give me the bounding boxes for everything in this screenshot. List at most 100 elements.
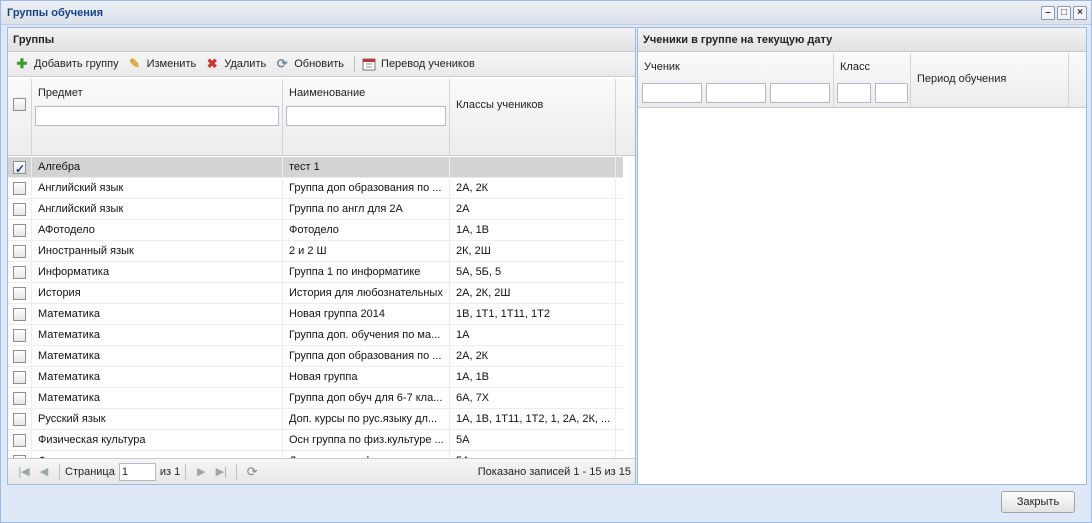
page-number-input[interactable]: 1 [118, 462, 156, 481]
students-panel-title: Ученики в группе на текущую дату [638, 28, 1086, 52]
classes-cell: 5А, 5Б, 5 [450, 262, 616, 283]
window-title: Группы обучения [7, 7, 104, 19]
window-title-bar[interactable]: Группы обучения – □ × [1, 1, 1091, 25]
table-row[interactable]: Математика Группа доп. обучения по ма... 1… [8, 325, 623, 346]
row-checkbox[interactable] [13, 391, 26, 405]
calendar-icon [361, 56, 377, 72]
name-cell: Новая группа 2014 [283, 304, 450, 325]
classes-cell [450, 157, 616, 178]
row-checkbox-cell [8, 220, 32, 241]
row-checkbox[interactable] [13, 349, 26, 363]
minimize-icon[interactable]: – [1041, 6, 1055, 20]
class-filter-input-1[interactable] [837, 83, 871, 103]
add-group-label: Добавить группу [34, 58, 119, 70]
student-filter-input-2[interactable] [706, 83, 766, 103]
row-checkbox[interactable] [13, 159, 26, 178]
pager-refresh-icon[interactable]: ⟳ [244, 464, 260, 480]
subject-column-header[interactable]: Предмет [32, 79, 283, 156]
transfer-students-label: Перевод учеников [381, 58, 475, 70]
pencil-icon: ✎ [129, 56, 141, 71]
row-checkbox-cell [8, 325, 32, 346]
table-row[interactable]: Иностранный язык 2 и 2 Ш 2К, 2Ш [8, 241, 623, 262]
table-row[interactable]: Алгебратест 1 [8, 157, 623, 178]
transfer-students-button[interactable]: Перевод учеников [359, 53, 481, 75]
close-button[interactable]: Закрыть [1001, 491, 1075, 513]
row-checkbox[interactable] [13, 244, 26, 258]
student-filter-input-3[interactable] [770, 83, 830, 103]
name-filter-input[interactable] [286, 106, 446, 126]
table-row[interactable]: Математика Группа доп обуч для 6-7 кла...… [8, 388, 623, 409]
student-column-header[interactable]: Ученик [638, 53, 834, 108]
subject-cell: Физическая культура [32, 430, 283, 451]
classes-cell: 1А [450, 325, 616, 346]
classes-column-label: Классы учеников [456, 99, 544, 111]
class-filter-input-2[interactable] [875, 83, 908, 103]
subject-cell: Математика [32, 304, 283, 325]
maximize-icon[interactable]: □ [1057, 6, 1071, 20]
row-checkbox[interactable] [13, 286, 26, 300]
row-checkbox[interactable] [13, 307, 26, 321]
classes-cell: 2А [450, 199, 616, 220]
row-checkbox-cell [8, 346, 32, 367]
name-cell: 2 и 2 Ш [283, 241, 450, 262]
refresh-label: Обновить [294, 58, 345, 70]
table-row[interactable]: Математика Новая группа 1А, 1В [8, 367, 623, 388]
close-icon[interactable]: × [1073, 6, 1087, 20]
row-checkbox[interactable] [13, 412, 26, 426]
students-grid-header: Ученик Класс Период обучения [638, 53, 1086, 108]
table-row[interactable]: Английский язык Группа по англ для 2А 2А [8, 199, 623, 220]
last-page-icon[interactable]: ▶| [213, 464, 229, 480]
row-checkbox-cell [8, 157, 32, 178]
subject-filter-input[interactable] [35, 106, 279, 126]
table-row[interactable]: История История для любознательных 2А, 2К,… [8, 283, 623, 304]
row-checkbox-cell [8, 304, 32, 325]
period-column-header[interactable]: Период обучения [911, 53, 1069, 108]
page-count-label: из 1 [159, 465, 181, 478]
select-all-checkbox[interactable] [13, 98, 26, 111]
delete-button[interactable]: ✖ Удалить [202, 53, 272, 75]
classes-cell: 1А, 1В, 1Т11, 1Т2, 1, 2А, 2К, ... [450, 409, 616, 430]
first-page-icon[interactable]: |◀ [16, 464, 32, 480]
edit-label: Изменить [146, 58, 197, 70]
table-row[interactable]: Математика Группа доп образования по ... 2… [8, 346, 623, 367]
row-checkbox[interactable] [13, 223, 26, 237]
class-column-header[interactable]: Класс [834, 53, 911, 108]
row-checkbox-cell [8, 241, 32, 262]
add-group-button[interactable]: ✚ Добавить группу [12, 53, 125, 75]
next-page-icon[interactable]: ▶ [193, 464, 209, 480]
student-column-label: Ученик [644, 61, 680, 73]
row-checkbox-cell [8, 367, 32, 388]
table-row[interactable]: Математика Новая группа 2014 1В, 1Т1, 1Т11… [8, 304, 623, 325]
name-cell: Группа доп обуч для 6-7 кла... [283, 388, 450, 409]
table-row[interactable]: АФотодело Фотодело 1А, 1В [8, 220, 623, 241]
table-row[interactable]: Информатика Группа 1 по информатике 5А, 5Б… [8, 262, 623, 283]
row-checkbox[interactable] [13, 202, 26, 216]
row-checkbox[interactable] [13, 328, 26, 342]
row-checkbox-cell [8, 430, 32, 451]
prev-page-icon[interactable]: ◀ [36, 464, 52, 480]
refresh-button[interactable]: ⟳ Обновить [272, 53, 350, 75]
row-checkbox[interactable] [13, 433, 26, 447]
students-panel: Ученики в группе на текущую дату Ученик … [637, 27, 1087, 485]
name-cell: Доп. курсы по рус.языку дл... [283, 409, 450, 430]
classes-column-header[interactable]: Классы учеников [450, 79, 616, 156]
student-filter-input-1[interactable] [642, 83, 702, 103]
edit-button[interactable]: ✎ Изменить [125, 53, 203, 75]
page-label: Страница [65, 465, 115, 478]
name-cell: Группа доп образования по ... [283, 178, 450, 199]
subject-cell: История [32, 283, 283, 304]
subject-cell: Русский язык [32, 409, 283, 430]
row-checkbox[interactable] [13, 181, 26, 195]
row-checkbox[interactable] [13, 370, 26, 384]
table-row[interactable]: Физическая культура Осн группа по физ.кул… [8, 430, 623, 451]
name-column-header[interactable]: Наименование [283, 79, 450, 156]
select-all-column [8, 79, 32, 156]
subject-cell: Иностранный язык [32, 241, 283, 262]
name-cell: Группа 1 по информатике [283, 262, 450, 283]
plus-icon: ✚ [16, 56, 28, 71]
subject-cell: Алгебра [32, 157, 283, 178]
subject-cell: Информатика [32, 262, 283, 283]
row-checkbox[interactable] [13, 265, 26, 279]
table-row[interactable]: Английский язык Группа доп образования по… [8, 178, 623, 199]
table-row[interactable]: Русский язык Доп. курсы по рус.языку дл..… [8, 409, 623, 430]
